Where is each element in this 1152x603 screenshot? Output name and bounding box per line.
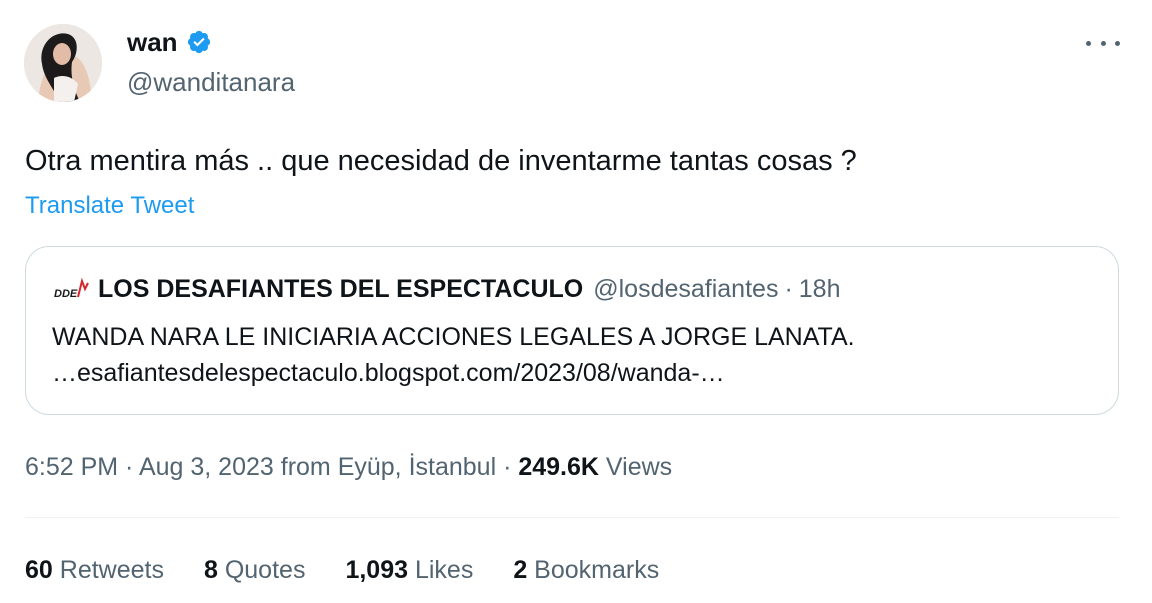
- svg-text:DDE: DDE: [54, 288, 78, 300]
- views-label: Views: [598, 453, 673, 481]
- quoted-tweet-card[interactable]: DDE LOS DESAFIANTES DEL ESPECTACULO @los…: [25, 246, 1119, 415]
- quoted-author-name: LOS DESAFIANTES DEL ESPECTACULO: [98, 275, 584, 303]
- bookmarks-stat[interactable]: 2 Bookmarks: [513, 553, 659, 587]
- author-handle[interactable]: @wanditanara: [127, 66, 295, 98]
- tweet-metadata: 6:52 PM · Aug 3, 2023 from Eyüp, İstanbu…: [25, 450, 672, 484]
- likes-label: Likes: [408, 556, 474, 584]
- quotes-stat[interactable]: 8 Quotes: [204, 553, 305, 587]
- quoted-separator: ·: [784, 275, 793, 303]
- bookmarks-count: 2: [513, 556, 528, 584]
- more-options-icon[interactable]: [1086, 32, 1120, 54]
- quoted-author-handle: @losdesafiantes: [593, 275, 779, 303]
- verified-badge-icon: [187, 30, 210, 54]
- quoted-link-text[interactable]: …esafiantesdelespectaculo.blogspot.com/2…: [52, 355, 855, 391]
- likes-count: 1,093: [345, 556, 409, 584]
- tweet-time[interactable]: 6:52 PM: [25, 453, 118, 481]
- tweet-location: from Eyüp, İstanbul: [273, 453, 497, 481]
- meta-separator: ·: [496, 453, 519, 481]
- author-name[interactable]: wan: [127, 26, 178, 58]
- quoted-text-line: WANDA NARA LE INICIARIA ACCIONES LEGALES…: [52, 323, 855, 351]
- tweet-text: Otra mentira más .. que necesidad de inv…: [25, 145, 857, 177]
- quoted-timestamp[interactable]: 18h: [799, 273, 841, 305]
- profile-photo: [24, 24, 102, 102]
- engagement-stats: 60 Retweets 8 Quotes 1,093 Likes 2 Bookm…: [25, 553, 659, 587]
- quotes-count: 8: [203, 556, 218, 584]
- likes-stat[interactable]: 1,093 Likes: [345, 553, 473, 587]
- meta-separator: ·: [118, 453, 139, 481]
- avatar[interactable]: [24, 24, 102, 102]
- translate-tweet-link[interactable]: Translate Tweet: [25, 191, 194, 221]
- retweets-label: Retweets: [52, 556, 164, 584]
- views-count: 249.6K: [518, 453, 599, 481]
- quotes-label: Quotes: [217, 556, 306, 584]
- retweets-stat[interactable]: 60 Retweets: [25, 553, 164, 587]
- tweet-date[interactable]: Aug 3, 2023: [139, 453, 274, 481]
- quoted-account-logo: DDE: [52, 275, 90, 303]
- retweets-count: 60: [25, 556, 53, 584]
- bookmarks-label: Bookmarks: [527, 556, 660, 584]
- divider: [25, 517, 1119, 518]
